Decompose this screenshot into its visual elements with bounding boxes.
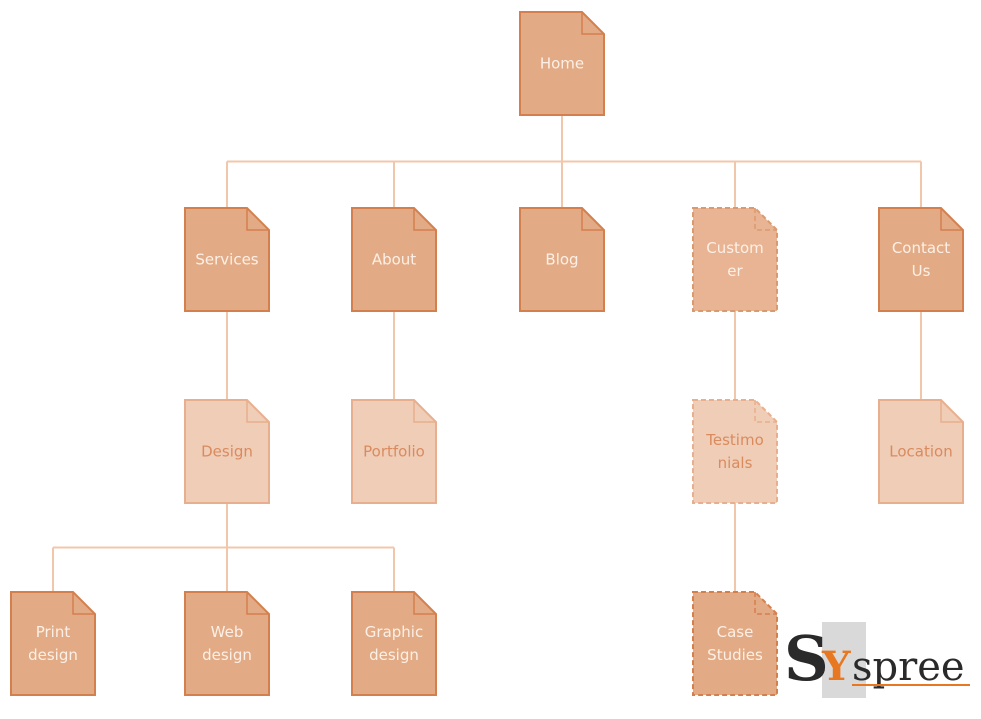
page-node-graphic-design[interactable]: Graphic design [351,591,437,696]
page-node-portfolio[interactable]: Portfolio [351,399,437,504]
page-node-customer[interactable]: Custom er [692,207,778,312]
node-label: Location [889,443,952,461]
node-label: design [369,646,419,664]
node-label: nials [718,454,753,472]
page-node-web-design[interactable]: Web design [184,591,270,696]
node-label: Home [540,55,584,73]
node-label: Services [195,251,258,269]
page-node-blog[interactable]: Blog [519,207,605,312]
svg-text:Y: Y [821,643,851,690]
document-icon [692,591,778,696]
node-label: Studies [707,646,763,664]
node-label: Web [211,623,244,641]
node-label: About [372,251,416,269]
node-label: Testimo [705,431,764,449]
document-icon [878,207,964,312]
node-label: er [727,262,743,280]
node-label: Graphic [365,623,423,641]
document-icon [184,591,270,696]
node-label: Case [717,623,754,641]
document-icon [692,399,778,504]
page-node-design[interactable]: Design [184,399,270,504]
page-node-contact-us[interactable]: Contact Us [878,207,964,312]
svg-text:spree: spree [852,644,965,690]
page-node-location[interactable]: Location [878,399,964,504]
node-label: Us [912,262,931,280]
page-node-services[interactable]: Services [184,207,270,312]
node-label: Print [36,623,71,641]
document-icon [351,591,437,696]
node-label: Contact [892,239,950,257]
document-icon [692,207,778,312]
document-icon [10,591,96,696]
page-node-testimonials[interactable]: Testimo nials [692,399,778,504]
node-label: Portfolio [363,443,425,461]
node-label: Design [201,443,253,461]
sitemap-diagram: Home Services About Blog Custom er Contact Us De… [10,11,964,696]
page-node-home[interactable]: Home [519,11,605,116]
node-label: design [202,646,252,664]
syspree-logo: S Y spree [782,618,972,700]
page-node-case-studies[interactable]: Case Studies [692,591,778,696]
node-label: Custom [706,239,763,257]
page-node-about[interactable]: About [351,207,437,312]
node-label: design [28,646,78,664]
node-label: Blog [545,251,578,269]
page-node-print-design[interactable]: Print design [10,591,96,696]
